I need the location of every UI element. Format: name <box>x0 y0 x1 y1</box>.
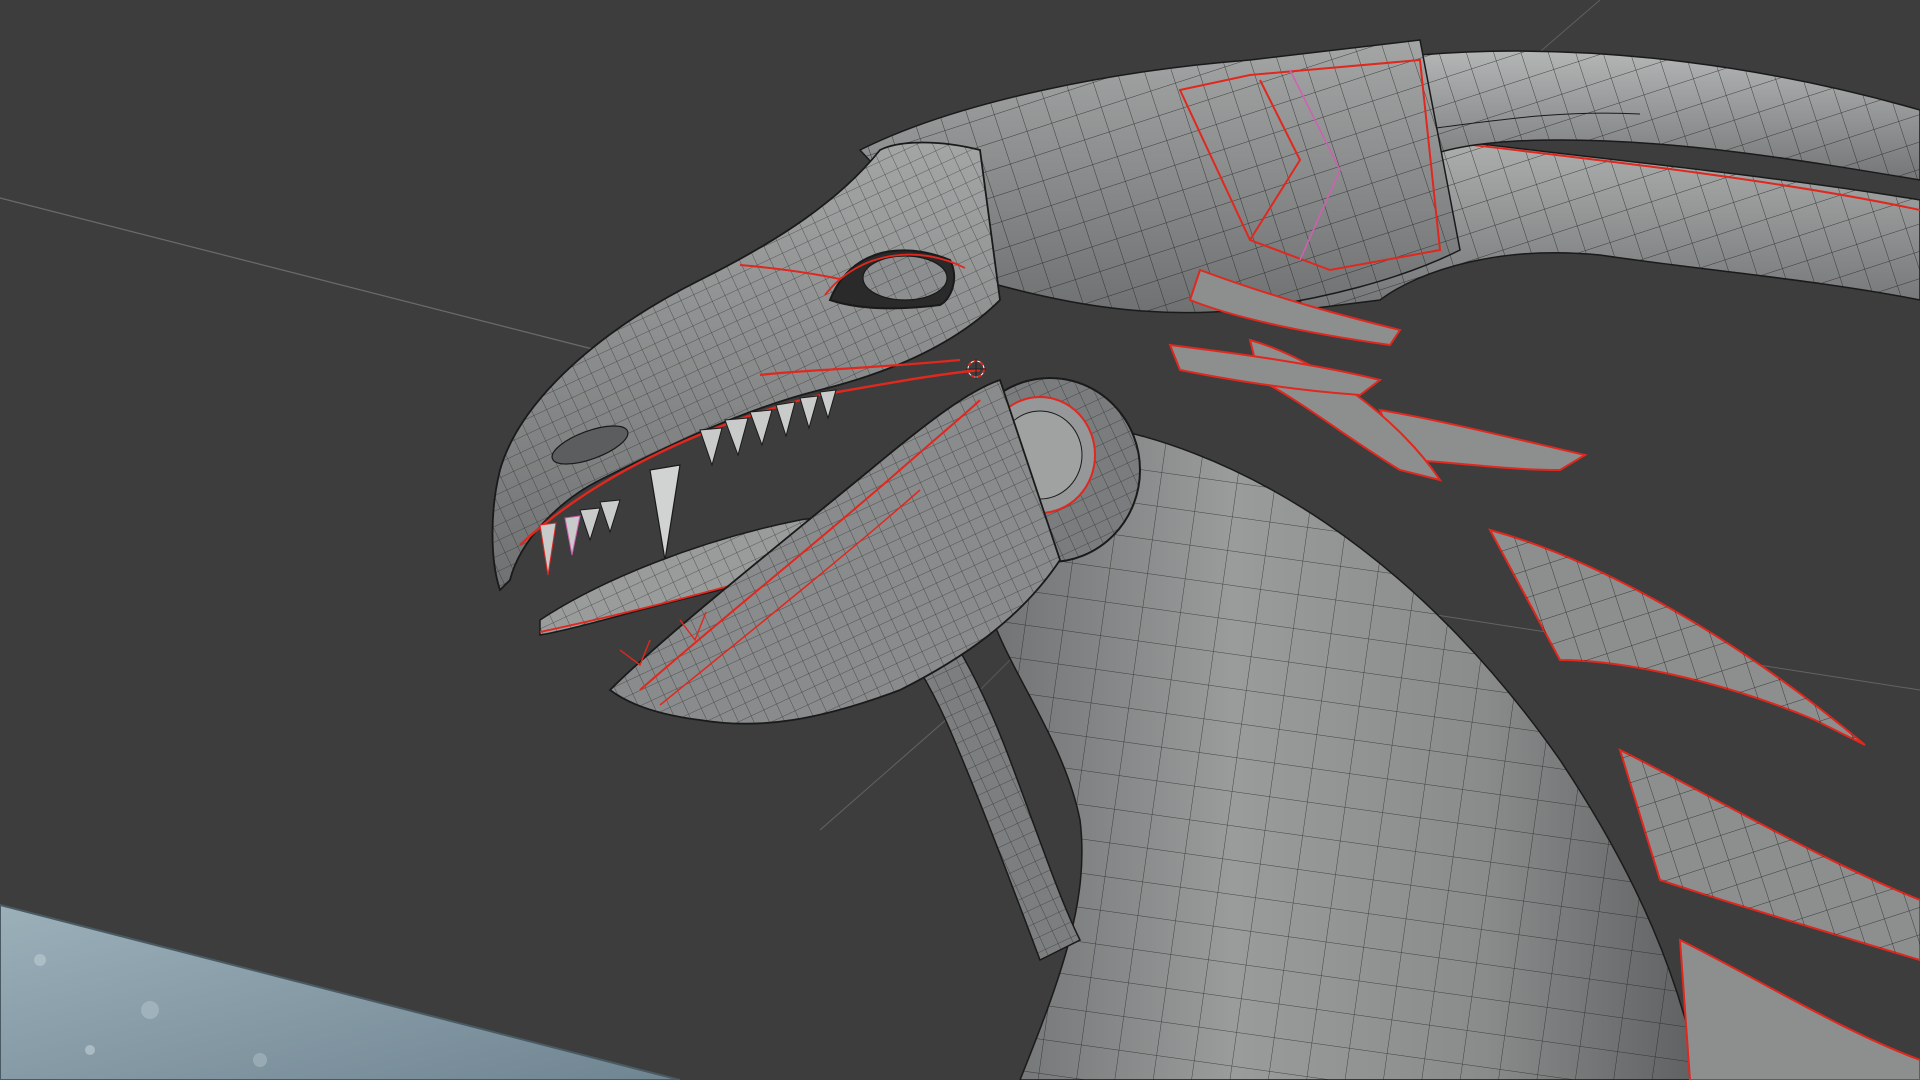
reference-image-plane[interactable] <box>0 903 681 1080</box>
3d-viewport[interactable] <box>0 0 1920 1080</box>
dragon-head-mesh[interactable] <box>491 39 1920 1080</box>
3d-cursor-icon[interactable] <box>966 359 986 379</box>
viewport-canvas[interactable] <box>0 0 1920 1080</box>
